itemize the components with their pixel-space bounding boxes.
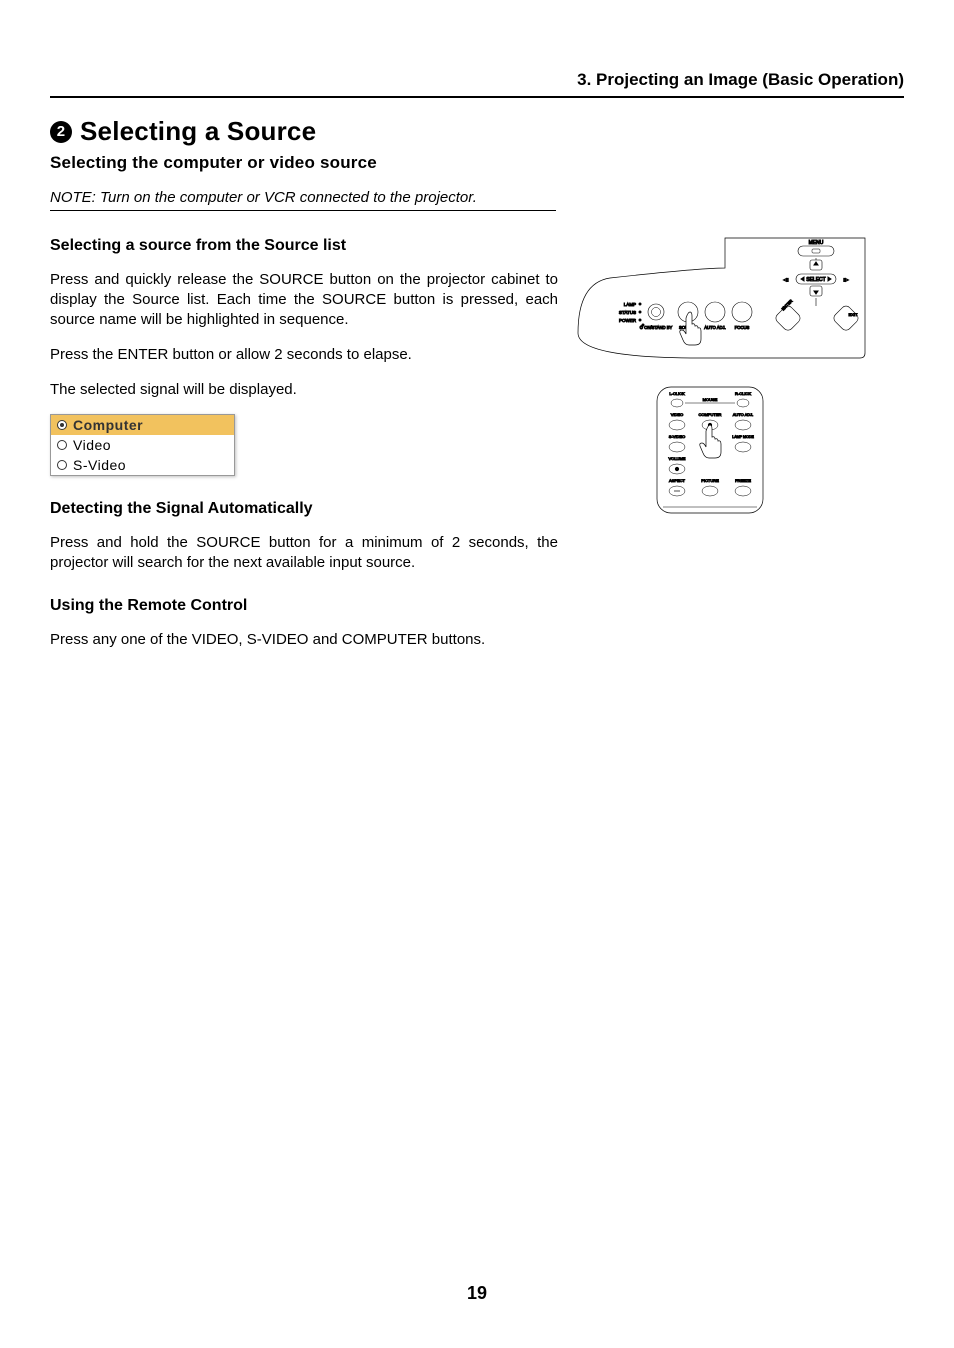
block-source-list: Selecting a source from the Source list … — [50, 237, 558, 476]
section-title-text: Selecting a Source — [80, 116, 316, 147]
volume-label: VOLUME — [669, 456, 686, 461]
keystone-right-icon: ▯▷ — [843, 277, 849, 282]
picture-label: PICTURE — [701, 478, 719, 483]
section-title: 2 Selecting a Source — [50, 116, 904, 147]
power-label: POWER — [619, 318, 637, 323]
section-number-badge: 2 — [50, 121, 72, 143]
paragraph: The selected signal will be displayed. — [50, 380, 558, 400]
lampmode-label: LAMP MODE — [732, 435, 754, 439]
heading-remote: Using the Remote Control — [50, 597, 558, 615]
source-item-svideo: S-Video — [51, 455, 234, 475]
note-line: NOTE: Turn on the computer or VCR connec… — [50, 187, 556, 211]
rclick-label: R-CLICK — [735, 391, 751, 396]
select-label: SELECT — [806, 277, 825, 283]
source-label: S-Video — [73, 457, 126, 473]
source-item-video: Video — [51, 435, 234, 455]
block-remote: Using the Remote Control Press any one o… — [50, 597, 558, 650]
autoadj-label: AUTO ADJ. — [733, 412, 754, 417]
block-auto-detect: Detecting the Signal Automatically Press… — [50, 500, 558, 573]
source-label: Video — [73, 437, 111, 453]
pointing-hand-icon — [700, 425, 721, 458]
radio-icon — [57, 460, 67, 470]
chapter-header: 3. Projecting an Image (Basic Operation) — [50, 70, 904, 98]
heading-auto-detect: Detecting the Signal Automatically — [50, 500, 558, 518]
keystone-left-icon: ◁▯ — [783, 277, 788, 282]
freeze-label: FREEZE — [735, 478, 751, 483]
lclick-label: L-CLICK — [669, 391, 685, 396]
subsection-title: Selecting the computer or video source — [50, 153, 904, 173]
heading-source-list: Selecting a source from the Source list — [50, 237, 558, 255]
source-label: Computer — [73, 417, 143, 433]
status-label: STATUS — [619, 310, 636, 315]
standby-label: ⏻ ON/STAND BY — [640, 325, 673, 330]
paragraph: Press and quickly release the SOURCE but… — [50, 270, 558, 330]
paragraph: Press any one of the VIDEO, S-VIDEO and … — [50, 630, 558, 650]
remote-diagram: L-CLICK R-CLICK MOUSE VIDEO COMPUTER AUT… — [655, 385, 765, 525]
radio-icon — [57, 440, 67, 450]
paragraph: Press the ENTER button or allow 2 second… — [50, 345, 558, 365]
aspect-label: ASPECT — [669, 478, 686, 483]
autoadj-label: AUTO ADJ. — [704, 325, 726, 330]
paragraph: Press and hold the SOURCE button for a m… — [50, 533, 558, 573]
page-number: 19 — [0, 1283, 954, 1304]
menu-label: MENU — [809, 240, 824, 246]
radio-icon — [57, 420, 67, 430]
computer-label: COMPUTER — [699, 412, 722, 417]
enter-label: ENTER — [780, 298, 793, 311]
mouse-label: MOUSE — [703, 397, 718, 402]
svideo-label: S-VIDEO — [669, 434, 685, 439]
focus-label: FOCUS — [735, 325, 750, 330]
lamp-label: LAMP — [624, 302, 636, 307]
video-label: VIDEO — [671, 412, 683, 417]
exit-label: EXIT — [849, 312, 858, 317]
cabinet-diagram: MENU SELECT ◁▯ ▯▷ ENTER EXIT LAMP STATUS… — [570, 228, 890, 368]
source-item-computer: Computer — [51, 415, 234, 435]
source-list-graphic: Computer Video S-Video — [50, 414, 235, 476]
